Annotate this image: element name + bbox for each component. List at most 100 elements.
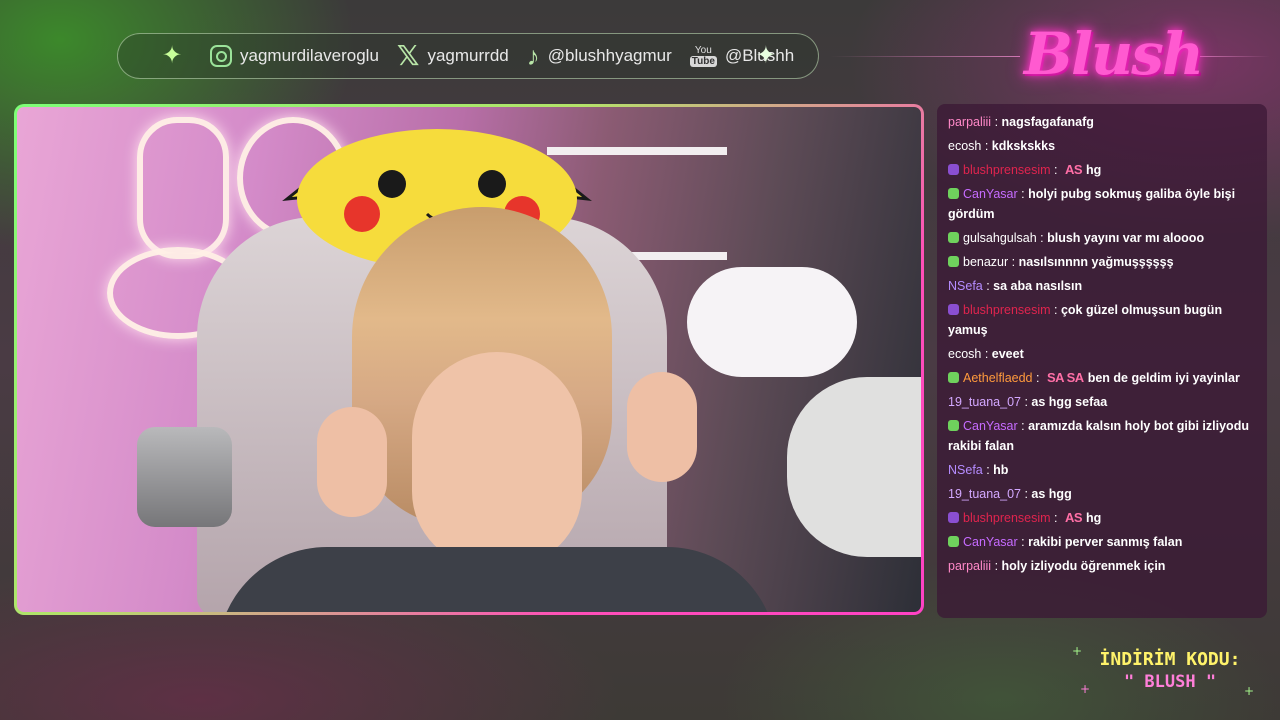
chat-message: benazur : nasılsınnnn yağmuşşşşşş <box>948 252 1255 272</box>
chat-panel: parpaliii : nagsfagafanafg ecosh : kdksks… <box>937 104 1267 618</box>
chat-message: ecosh : eveet <box>948 344 1255 364</box>
chat-separator: : <box>1021 395 1032 409</box>
social-links-bar: ✦ yagmurdilaveroglu 𝕏 yagmurrdd ♪ @blush… <box>117 33 819 79</box>
streamer-hand <box>627 372 697 482</box>
neon-sign <box>137 117 229 259</box>
sparkle-icon: + <box>1080 682 1091 696</box>
chat-username[interactable]: benazur <box>963 255 1008 269</box>
chat-username[interactable]: CanYasar <box>963 187 1018 201</box>
chat-message: ecosh : kdkskskks <box>948 136 1255 156</box>
promo-label: İNDİRİM KODU: <box>1099 649 1241 670</box>
chat-username[interactable]: NSefa <box>948 279 983 293</box>
social-instagram: yagmurdilaveroglu <box>210 45 379 67</box>
chat-message: CanYasar : rakibi perver sanmış falan <box>948 532 1255 552</box>
tiktok-icon: ♪ <box>526 41 540 71</box>
streamer-face <box>412 352 582 567</box>
logo-divider <box>830 56 1020 57</box>
streamer-hand <box>317 407 387 517</box>
chat-separator: : <box>1036 231 1048 245</box>
subscriber-badge-icon <box>948 536 959 547</box>
chat-separator: : <box>981 347 992 361</box>
chat-text: holy izliyodu öğrenmek için <box>1001 559 1166 573</box>
chat-message: blushprensesim : AS hg <box>948 160 1255 180</box>
x-icon: 𝕏 <box>396 39 420 72</box>
chat-username[interactable]: gulsahgulsah <box>963 231 1037 245</box>
chat-separator: : <box>1050 303 1061 317</box>
x-handle: yagmurrdd <box>427 46 509 65</box>
chat-message: blushprensesim : çok güzel olmuşsun bugü… <box>948 300 1255 340</box>
subscriber-badge-icon <box>948 164 959 175</box>
chat-username[interactable]: parpaliii <box>948 559 991 573</box>
sparkle-icon: ✦ <box>755 41 776 69</box>
streamer-shirt <box>217 547 777 612</box>
chat-text: hg <box>1086 511 1102 525</box>
chat-username[interactable]: 19_tuana_07 <box>948 487 1021 501</box>
youtube-icon: You Tube <box>689 45 717 67</box>
tiktok-handle: @blushhyagmur <box>547 46 672 65</box>
chat-username[interactable]: blushprensesim <box>963 163 1051 177</box>
chat-username[interactable]: NSefa <box>948 463 983 477</box>
unicorn-plush <box>687 267 857 377</box>
chat-text: ben de geldim iyi yayinlar <box>1087 371 1240 385</box>
chat-separator: : <box>982 279 994 293</box>
chat-separator: : <box>1050 163 1061 177</box>
webcam-video <box>17 107 921 612</box>
chat-username[interactable]: ecosh <box>948 139 981 153</box>
chat-username[interactable]: 19_tuana_07 <box>948 395 1021 409</box>
chat-message: 19_tuana_07 : as hgg sefaa <box>948 392 1255 412</box>
brand-logo: Blush <box>1024 20 1204 88</box>
sparkle-icon: + <box>1244 684 1255 698</box>
chat-message: 19_tuana_07 : as hgg <box>948 484 1255 504</box>
chat-message: parpaliii : nagsfagafanafg <box>948 112 1255 132</box>
subscriber-badge-icon <box>948 372 959 383</box>
subscriber-badge-icon <box>948 188 959 199</box>
chat-separator: : <box>1017 419 1029 433</box>
chat-username[interactable]: blushprensesim <box>963 511 1051 525</box>
promo-code: İNDİRİM KODU: " BLUSH " <box>1080 648 1260 708</box>
chat-text: hg <box>1086 163 1102 177</box>
chat-username[interactable]: CanYasar <box>963 419 1018 433</box>
chat-separator: : <box>991 115 1002 129</box>
chat-separator: : <box>1050 511 1061 525</box>
chat-separator: : <box>1021 487 1032 501</box>
logo-divider <box>1190 56 1270 57</box>
chat-username[interactable]: blushprensesim <box>963 303 1051 317</box>
subscriber-badge-icon <box>948 232 959 243</box>
chat-separator: : <box>1017 535 1029 549</box>
sparkle-icon: ✦ <box>162 41 183 69</box>
promo-code-value: " BLUSH " <box>1123 672 1217 692</box>
chat-message: parpaliii : holy izliyodu öğrenmek için <box>948 556 1255 576</box>
subscriber-badge-icon <box>948 512 959 523</box>
chat-text: kdkskskks <box>991 139 1056 153</box>
chat-separator: : <box>1008 255 1019 269</box>
chat-message: blushprensesim : AS hg <box>948 508 1255 528</box>
chat-separator: : <box>991 559 1002 573</box>
chat-message: NSefa : hb <box>948 460 1255 480</box>
sparkle-icon: + <box>1072 644 1083 658</box>
chat-text: hb <box>993 463 1009 477</box>
chat-separator: : <box>1032 371 1043 385</box>
chat-text: nagsfagafanafg <box>1001 115 1094 129</box>
chat-text: sa aba nasılsın <box>993 279 1083 293</box>
chat-text: nasılsınnnn yağmuşşşşşş <box>1018 255 1174 269</box>
instagram-handle: yagmurdilaveroglu <box>240 46 379 65</box>
chat-message: Aethelflaedd : SA SA ben de geldim iyi ya… <box>948 368 1255 388</box>
chat-username[interactable]: Aethelflaedd <box>963 371 1033 385</box>
chat-text: rakibi perver sanmış falan <box>1028 535 1183 549</box>
chat-separator: : <box>981 139 992 153</box>
subscriber-badge-icon <box>948 420 959 431</box>
chat-username[interactable]: ecosh <box>948 347 981 361</box>
social-youtube: You Tube @Blushh <box>689 45 794 67</box>
subscriber-badge-icon <box>948 256 959 267</box>
chat-message-list: parpaliii : nagsfagafanafg ecosh : kdksks… <box>948 112 1255 576</box>
chat-message: CanYasar : holyi pubg sokmuş galiba öyle… <box>948 184 1255 224</box>
chat-text: eveet <box>991 347 1024 361</box>
social-tiktok: ♪ @blushhyagmur <box>527 43 672 69</box>
chat-emote: AS <box>1064 510 1083 525</box>
chat-text: as hgg sefaa <box>1031 395 1108 409</box>
chat-username[interactable]: parpaliii <box>948 115 991 129</box>
chat-message: gulsahgulsah : blush yayını var mı alooo… <box>948 228 1255 248</box>
chat-message: NSefa : sa aba nasılsın <box>948 276 1255 296</box>
chat-emote: AS <box>1064 162 1083 177</box>
chat-username[interactable]: CanYasar <box>963 535 1018 549</box>
